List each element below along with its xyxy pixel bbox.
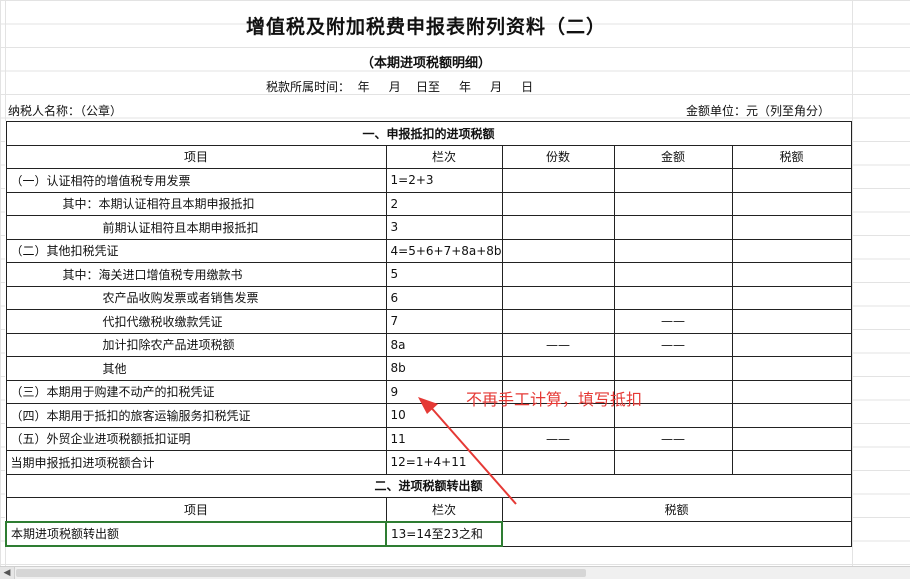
horizontal-scrollbar[interactable]: ◀ [0,566,910,579]
annotation-arrow [418,397,517,505]
scroll-left-icon[interactable]: ◀ [0,567,15,579]
arrow-shaft [427,403,517,505]
scrollbar-thumb[interactable] [16,569,586,577]
